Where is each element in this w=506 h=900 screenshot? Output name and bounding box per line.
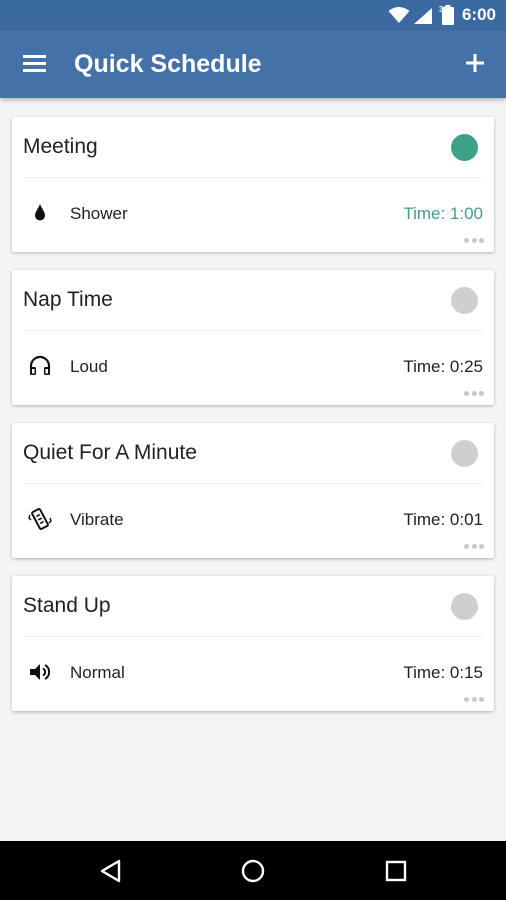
card-divider [23, 636, 483, 637]
back-button[interactable] [98, 858, 124, 884]
recents-button[interactable] [383, 858, 409, 884]
sound-mode-label: Vibrate [70, 510, 124, 529]
schedule-title: Quiet For A Minute [23, 441, 197, 464]
network-type-label: 3G [438, 5, 450, 14]
schedule-time: Time: 0:01 [403, 510, 483, 529]
more-options-icon[interactable] [464, 238, 484, 244]
app-title: Quick Schedule [74, 50, 262, 78]
add-icon [466, 54, 484, 72]
schedule-title: Nap Time [23, 288, 113, 311]
status-time: 6:00 [461, 5, 496, 24]
schedule-time: Time: 0:15 [403, 663, 483, 682]
wifi-icon [388, 7, 410, 23]
schedule-card[interactable]: Stand Up Normal Time: 0:15 [12, 576, 494, 711]
schedule-list: Meeting Shower Time: 1:00 Nap Time Loud … [12, 117, 494, 729]
schedule-time: Time: 0:25 [403, 357, 483, 376]
card-divider [23, 330, 483, 331]
card-divider [23, 483, 483, 484]
schedule-toggle[interactable] [451, 593, 478, 620]
schedule-title: Meeting [23, 135, 98, 158]
menu-button[interactable] [22, 52, 48, 76]
schedule-card[interactable]: Meeting Shower Time: 1:00 [12, 117, 494, 252]
schedule-time: Time: 1:00 [403, 204, 483, 223]
back-icon [100, 859, 121, 883]
home-button[interactable] [240, 858, 266, 884]
more-options-icon[interactable] [464, 391, 484, 397]
drop-icon [35, 204, 45, 221]
status-icons: 3G 6:00 [388, 5, 496, 25]
schedule-toggle[interactable] [451, 134, 478, 161]
schedule-toggle[interactable] [451, 287, 478, 314]
home-icon [241, 859, 265, 883]
more-options-icon[interactable] [464, 544, 484, 550]
sound-mode-label: Loud [70, 357, 108, 376]
menu-icon [23, 55, 46, 72]
app-bar: Quick Schedule [0, 30, 506, 98]
vibrate-icon [28, 508, 52, 530]
recents-icon [385, 860, 407, 882]
status-bar: 3G 6:00 [0, 0, 506, 30]
schedule-card[interactable]: Quiet For A Minute Vibrate Time: 0:01 [12, 423, 494, 558]
system-nav-bar [0, 841, 506, 900]
headphones-icon [29, 355, 51, 375]
speaker-icon [30, 664, 51, 680]
sound-mode-label: Normal [70, 663, 125, 682]
schedule-card[interactable]: Nap Time Loud Time: 0:25 [12, 270, 494, 405]
card-divider [23, 177, 483, 178]
schedule-title: Stand Up [23, 594, 111, 617]
cell-signal: 3G [412, 5, 450, 24]
add-schedule-button[interactable] [462, 50, 488, 76]
schedule-toggle[interactable] [451, 440, 478, 467]
cell-signal-icon [413, 8, 432, 24]
more-options-icon[interactable] [464, 697, 484, 703]
sound-mode-label: Shower [70, 204, 128, 223]
